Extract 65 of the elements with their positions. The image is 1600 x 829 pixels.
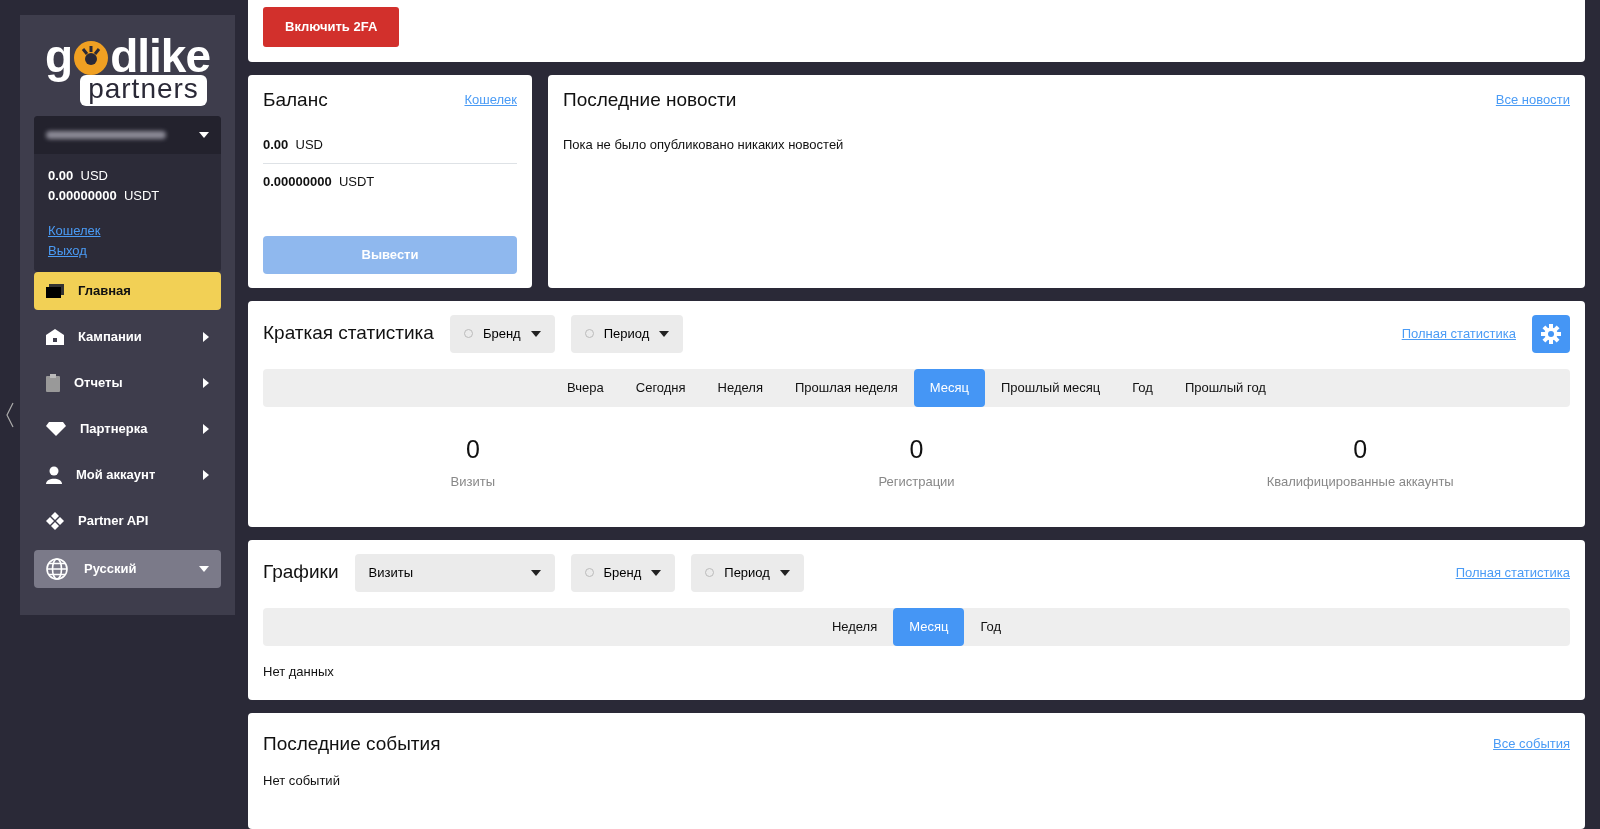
period-tab[interactable]: Неделя — [701, 368, 779, 407]
diamond-icon — [46, 422, 66, 436]
period-tab[interactable]: Год — [1116, 368, 1169, 407]
period-tab[interactable]: Вчера — [551, 368, 620, 407]
account-link[interactable]: Выход — [48, 242, 87, 258]
settings-icon — [1541, 323, 1561, 344]
metric-label: Регистрации — [877, 473, 956, 491]
period-tab[interactable]: Прошлая неделя — [778, 368, 914, 407]
settings-button[interactable] — [1532, 314, 1570, 353]
card-title: Баланс — [263, 88, 328, 112]
chevron-right-icon — [203, 378, 209, 388]
logo-icon — [73, 40, 110, 76]
nav-item[interactable]: Партнерка — [34, 410, 221, 448]
balance-line: 0.00 USD — [48, 167, 109, 185]
caret-icon — [779, 569, 790, 576]
enable-2fa-button[interactable]: Включить 2FA — [263, 7, 400, 47]
card-title: Последние события — [263, 732, 441, 756]
nav-item[interactable]: Partner API — [34, 502, 221, 540]
caret-icon — [199, 132, 209, 138]
user-icon — [46, 466, 62, 484]
balance-line: 0.00 USD — [263, 127, 517, 164]
collapse-icon[interactable] — [6, 401, 14, 428]
account-link[interactable]: Кошелек — [48, 223, 101, 238]
caret-icon — [199, 566, 209, 572]
metric-value: 0 — [908, 433, 925, 465]
card-title: Краткая статистика — [263, 322, 434, 345]
filter-dropdown[interactable]: Период — [691, 553, 804, 592]
period-tab[interactable]: Неделя — [815, 607, 894, 646]
api-icon — [46, 512, 64, 530]
caret-icon — [659, 330, 670, 337]
nav-item[interactable]: Главная — [34, 272, 221, 310]
card-title: Графики — [263, 561, 339, 584]
period-tab[interactable]: Прошлый год — [1168, 368, 1282, 407]
chevron-right-icon — [203, 424, 209, 434]
period-tab[interactable]: Прошлый месяц — [985, 368, 1117, 407]
nav-item[interactable]: Кампании — [34, 318, 221, 356]
balance-line: 0.00000000 USDT — [48, 186, 161, 205]
filter-dropdown[interactable]: Бренд — [570, 553, 676, 592]
filter-dropdown[interactable]: Период — [570, 314, 684, 353]
period-tab[interactable]: Год — [964, 607, 1018, 646]
nav-item[interactable]: Отчеты — [34, 364, 221, 402]
period-tab[interactable]: Сегодня — [619, 368, 702, 407]
caret-icon — [530, 569, 541, 576]
logo-badge: partners — [80, 75, 207, 106]
metric-value: 0 — [1352, 433, 1369, 465]
chevron-right-icon — [203, 332, 209, 342]
empty-message: Нет событий — [263, 772, 341, 791]
empty-message: Нет данных — [263, 662, 335, 681]
empty-message: Пока не было опубликовано никаких новостей — [563, 136, 845, 155]
clipboard-icon — [46, 374, 60, 392]
metric-select[interactable]: Визиты — [354, 553, 555, 592]
nav-item[interactable]: Мой аккаунт — [34, 456, 221, 494]
caret-icon — [530, 330, 541, 337]
metric-value: 0 — [464, 433, 481, 465]
caret-icon — [651, 569, 662, 576]
metric-label: Визиты — [449, 473, 497, 491]
filter-dropdown[interactable]: Бренд — [449, 314, 555, 353]
folder-icon — [46, 284, 64, 298]
card-title: Последние новости — [563, 88, 737, 112]
globe-icon — [46, 558, 68, 580]
chevron-right-icon — [203, 470, 209, 480]
language-select[interactable]: Русский — [34, 550, 221, 588]
metric-label: Квалифицированные аккаунты — [1265, 473, 1455, 491]
balance-line: 0.00000000 USDT — [263, 172, 376, 191]
home-icon — [46, 329, 64, 345]
